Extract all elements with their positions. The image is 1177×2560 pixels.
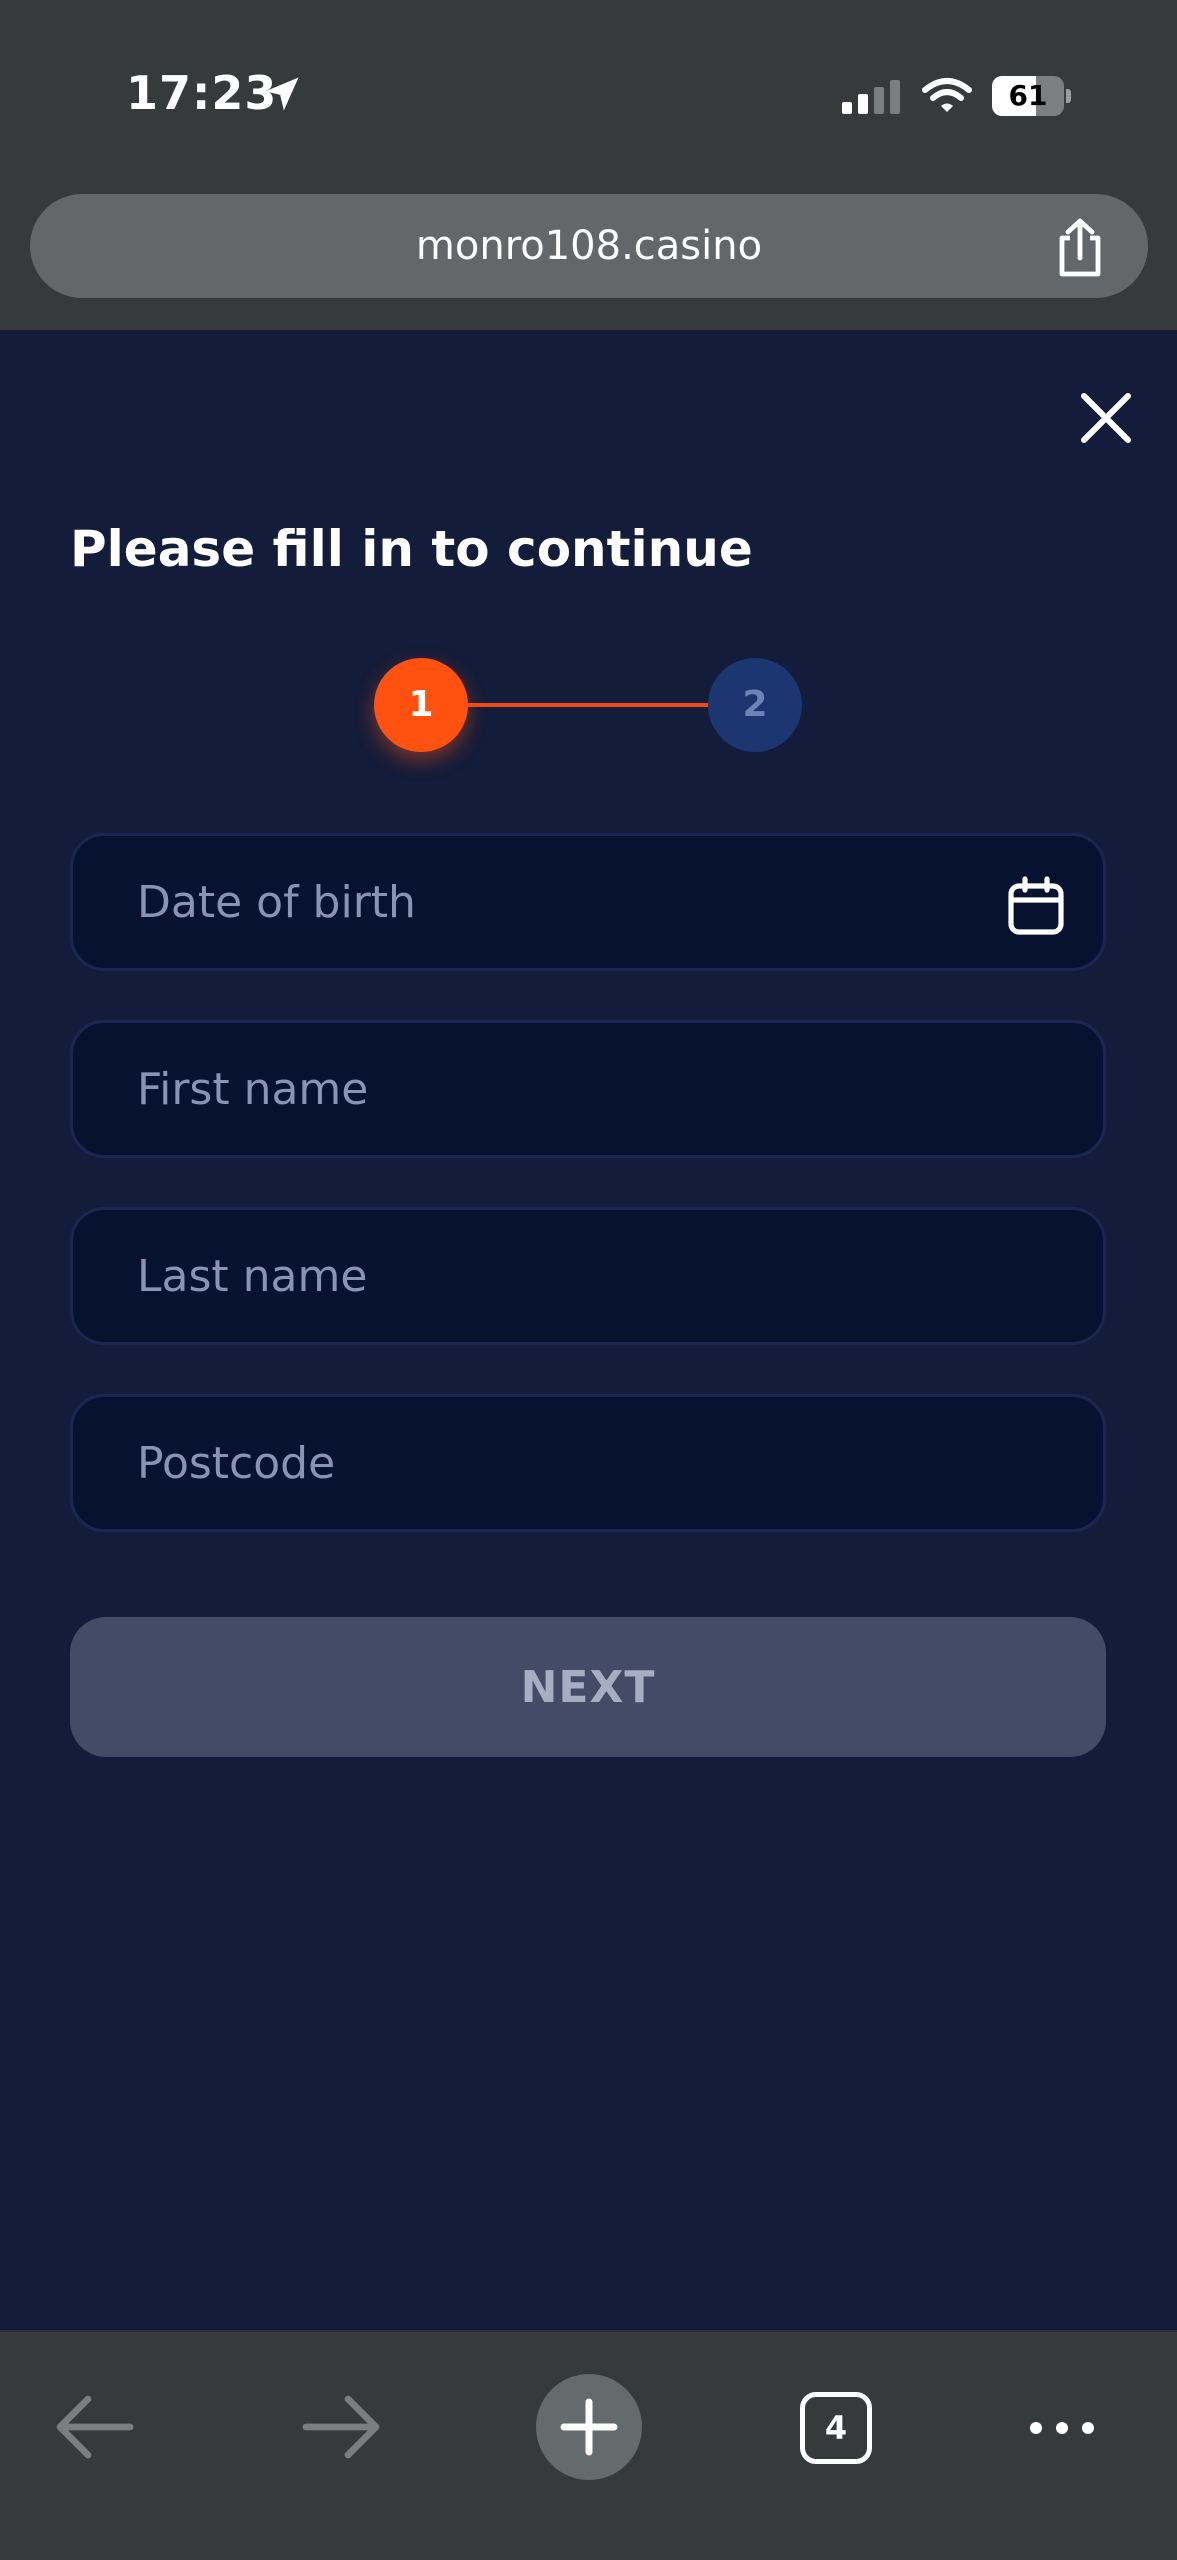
last-name-field[interactable]	[70, 1207, 1106, 1345]
forward-arrow-icon[interactable]	[302, 2392, 382, 2462]
page-title: Please fill in to continue	[70, 520, 753, 578]
wifi-icon	[922, 78, 972, 112]
date-of-birth-field[interactable]	[70, 833, 1106, 971]
more-icon[interactable]	[1026, 2410, 1098, 2446]
next-button[interactable]: NEXT	[70, 1617, 1106, 1757]
first-name-field[interactable]	[70, 1020, 1106, 1158]
location-arrow-icon	[265, 77, 299, 111]
back-arrow-icon[interactable]	[54, 2392, 134, 2462]
postcode-input[interactable]	[73, 1397, 1103, 1529]
share-icon[interactable]	[1052, 218, 1108, 278]
new-tab-button[interactable]	[536, 2374, 642, 2480]
tabs-icon[interactable]: 4	[800, 2392, 872, 2464]
calendar-icon[interactable]	[1007, 876, 1065, 936]
plus-icon	[560, 2398, 618, 2456]
close-icon[interactable]	[1080, 392, 1132, 444]
step-1-indicator: 1	[374, 658, 468, 752]
signal-icon	[842, 80, 900, 114]
postcode-field[interactable]	[70, 1394, 1106, 1532]
url-text[interactable]: monro108.casino	[30, 194, 1148, 298]
battery-icon: 61	[992, 76, 1071, 116]
step-2-indicator: 2	[708, 658, 802, 752]
browser-toolbar: 4	[0, 2330, 1177, 2560]
battery-level: 61	[1008, 79, 1048, 112]
date-of-birth-input[interactable]	[73, 836, 1103, 968]
status-time: 17:23	[126, 66, 278, 120]
url-bar[interactable]: monro108.casino	[30, 194, 1148, 298]
last-name-input[interactable]	[73, 1210, 1103, 1342]
status-bar: 17:23 61	[0, 0, 1177, 190]
first-name-input[interactable]	[73, 1023, 1103, 1155]
